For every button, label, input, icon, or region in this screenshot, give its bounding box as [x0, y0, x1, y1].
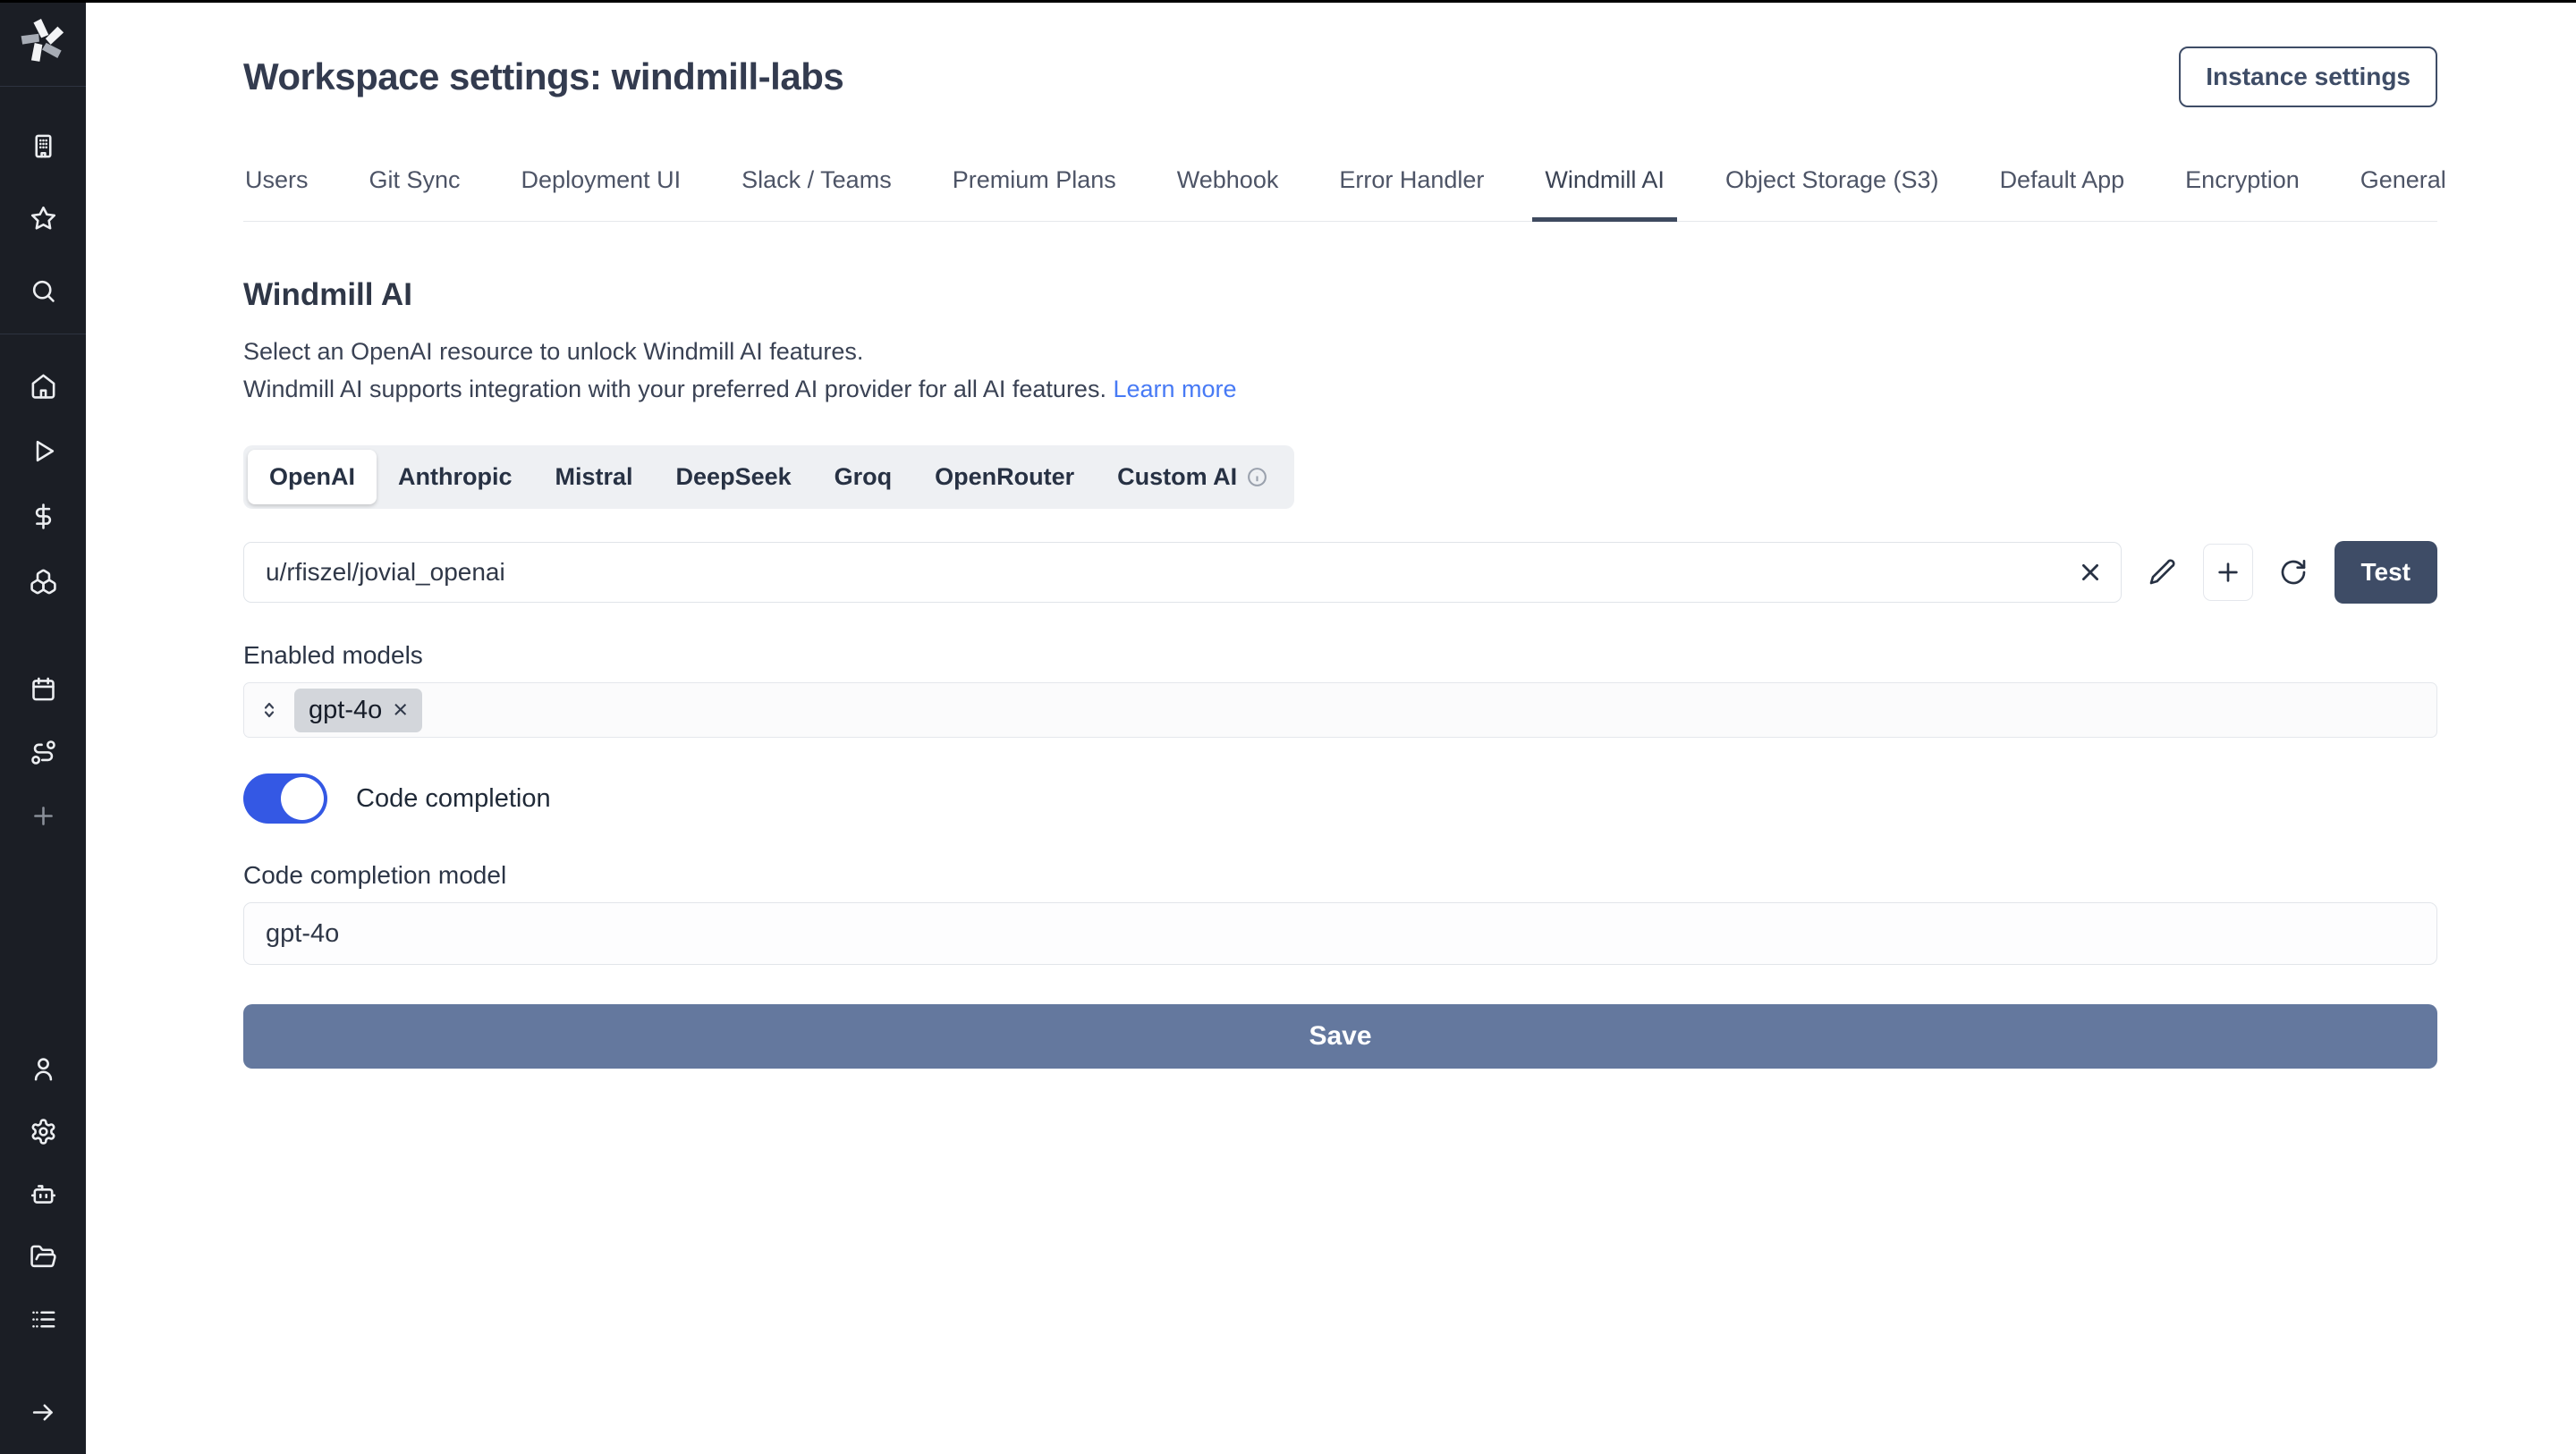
calendar-icon — [30, 675, 57, 703]
tab-slack-teams[interactable]: Slack / Teams — [740, 166, 894, 221]
section-description: Select an OpenAI resource to unlock Wind… — [243, 333, 2437, 408]
add-item-icon[interactable] — [21, 794, 64, 837]
tab-deployment-ui[interactable]: Deployment UI — [520, 166, 683, 221]
plus-icon — [2214, 558, 2242, 587]
clear-resource-icon[interactable] — [2075, 557, 2106, 588]
resource-picker-row: Test — [243, 541, 2437, 604]
gear-icon — [30, 1118, 57, 1145]
model-tag: gpt-4o × — [294, 689, 422, 732]
workspace-logo[interactable] — [0, 0, 86, 87]
section-heading: Windmill AI — [243, 277, 2437, 313]
refresh-resource-button[interactable] — [2273, 548, 2315, 596]
provider-custom-ai[interactable]: Custom AI — [1096, 450, 1290, 504]
provider-anthropic[interactable]: Anthropic — [377, 450, 534, 504]
sidebar — [0, 0, 86, 1454]
settings-tabs: Users Git Sync Deployment UI Slack / Tea… — [243, 166, 2437, 222]
instance-settings-button[interactable]: Instance settings — [2179, 46, 2437, 107]
provider-mistral[interactable]: Mistral — [534, 450, 655, 504]
sort-chevrons-icon — [258, 699, 280, 721]
account-icon[interactable] — [21, 1047, 64, 1090]
arrow-right-icon — [30, 1399, 57, 1426]
settings-icon[interactable] — [21, 1110, 64, 1153]
star-icon — [30, 205, 57, 232]
favorites-icon[interactable] — [21, 197, 64, 240]
description-line-1: Select an OpenAI resource to unlock Wind… — [243, 333, 2437, 370]
folders-icon[interactable] — [21, 1235, 64, 1278]
tab-git-sync[interactable]: Git Sync — [368, 166, 462, 221]
add-resource-button[interactable] — [2203, 544, 2253, 601]
boxes-icon — [30, 568, 57, 596]
tab-encryption[interactable]: Encryption — [2183, 166, 2301, 221]
model-tag-label: gpt-4o — [309, 696, 382, 725]
list-icon — [30, 1306, 57, 1333]
provider-openai[interactable]: OpenAI — [248, 450, 377, 504]
user-icon — [30, 1055, 57, 1083]
runs-icon[interactable] — [21, 429, 64, 472]
code-completion-toggle[interactable] — [243, 773, 327, 824]
provider-deepseek[interactable]: DeepSeek — [655, 450, 813, 504]
enabled-models-label: Enabled models — [243, 641, 2437, 670]
dollar-icon — [30, 503, 57, 530]
resources-icon[interactable] — [21, 560, 64, 603]
provider-openrouter[interactable]: OpenRouter — [913, 450, 1096, 504]
robot-icon — [30, 1180, 57, 1208]
tab-users[interactable]: Users — [243, 166, 310, 221]
tab-general[interactable]: General — [2359, 166, 2448, 221]
toggle-knob — [281, 777, 324, 820]
collapse-sidebar-icon[interactable] — [21, 1391, 64, 1433]
code-completion-label: Code completion — [356, 784, 551, 814]
code-completion-model-input[interactable] — [243, 902, 2437, 965]
openai-resource-input[interactable] — [243, 542, 2122, 603]
audit-logs-icon[interactable] — [21, 1298, 64, 1340]
flows-icon[interactable] — [21, 731, 64, 773]
enabled-models-multiselect[interactable]: gpt-4o × — [243, 682, 2437, 738]
route-icon — [30, 739, 57, 766]
test-button[interactable]: Test — [2334, 541, 2438, 604]
tab-error-handler[interactable]: Error Handler — [1337, 166, 1486, 221]
tab-webhook[interactable]: Webhook — [1175, 166, 1281, 221]
window-top-edge — [0, 0, 2576, 3]
tab-windmill-ai[interactable]: Windmill AI — [1543, 166, 1666, 221]
variables-icon[interactable] — [21, 495, 64, 537]
code-completion-model-label: Code completion model — [243, 861, 2437, 890]
pencil-icon — [2148, 558, 2176, 587]
folder-open-icon — [30, 1243, 57, 1271]
provider-segmented-control: OpenAI Anthropic Mistral DeepSeek Groq O… — [243, 445, 1294, 509]
play-icon — [30, 437, 57, 465]
tab-default-app[interactable]: Default App — [1998, 166, 2127, 221]
windmill-logo-icon — [19, 17, 67, 70]
remove-model-icon[interactable]: × — [393, 697, 408, 723]
schedules-icon[interactable] — [21, 667, 64, 710]
plus-icon — [30, 802, 57, 830]
page-title: Workspace settings: windmill-labs — [243, 55, 843, 98]
edit-resource-button[interactable] — [2141, 548, 2183, 596]
description-line-2: Windmill AI supports integration with yo… — [243, 370, 2437, 408]
learn-more-link[interactable]: Learn more — [1113, 376, 1236, 402]
refresh-icon — [2279, 558, 2308, 587]
code-completion-row: Code completion — [243, 773, 2437, 824]
save-button[interactable]: Save — [243, 1004, 2437, 1069]
tab-object-storage-s3[interactable]: Object Storage (S3) — [1724, 166, 1941, 221]
info-icon — [1246, 466, 1268, 488]
page-header: Workspace settings: windmill-labs Instan… — [243, 0, 2437, 107]
tab-premium-plans[interactable]: Premium Plans — [951, 166, 1118, 221]
building-icon — [30, 132, 57, 160]
home-icon[interactable] — [21, 364, 64, 407]
workers-icon[interactable] — [21, 1172, 64, 1215]
main-content: Workspace settings: windmill-labs Instan… — [86, 0, 2576, 1069]
provider-groq[interactable]: Groq — [813, 450, 914, 504]
search-icon[interactable] — [21, 269, 64, 312]
workspace-icon[interactable] — [21, 124, 64, 167]
resource-input-wrap — [243, 542, 2122, 603]
